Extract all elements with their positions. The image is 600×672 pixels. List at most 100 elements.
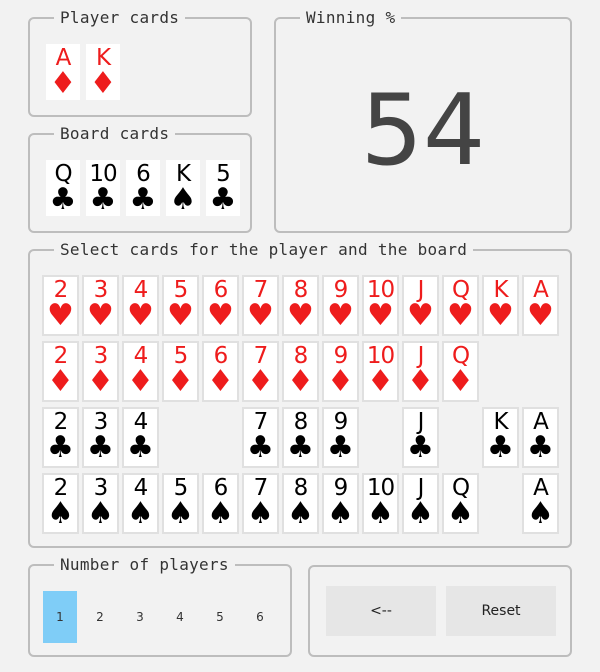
select-card-7-clubs[interactable]: 7 ♣	[242, 407, 279, 468]
select-card-4-diamonds[interactable]: 4 ♦	[122, 341, 159, 402]
select-card-A-clubs[interactable]: A ♣	[522, 407, 559, 468]
diamonds-suit-icon: ♦	[367, 364, 394, 399]
select-card-Q-diamonds[interactable]: Q ♦	[442, 341, 479, 402]
select-card-5-spades[interactable]: 5 ♠	[162, 473, 199, 534]
select-card-Q-hearts[interactable]: Q ♥	[442, 275, 479, 336]
select-card-2-diamonds[interactable]: 2 ♦	[42, 341, 79, 402]
players-panel: Number of players 123456	[28, 557, 292, 657]
board-cards-panel: Board cards Q ♣ 10 ♣ 6 ♣ K ♠ 5 ♣	[28, 126, 252, 233]
select-card-2-hearts[interactable]: 2 ♥	[42, 275, 79, 336]
winning-legend: Winning %	[306, 8, 396, 27]
board-card: Q ♣	[46, 160, 80, 216]
spades-suit-icon: ♠	[327, 496, 354, 531]
select-card-8-spades[interactable]: 8 ♠	[282, 473, 319, 534]
diamonds-suit-icon: ♦	[87, 364, 114, 399]
player-count-2-button[interactable]: 2	[83, 591, 117, 643]
board-card: 10 ♣	[86, 160, 120, 216]
hearts-suit-icon: ♥	[127, 298, 154, 333]
select-card-10-diamonds[interactable]: 10 ♦	[362, 341, 399, 402]
select-card-4-hearts[interactable]: 4 ♥	[122, 275, 159, 336]
card-selector-legend: Select cards for the player and the boar…	[60, 240, 468, 259]
diamonds-suit-icon: ♦	[247, 364, 274, 399]
select-card-3-clubs[interactable]: 3 ♣	[82, 407, 119, 468]
spades-suit-icon: ♠	[167, 496, 194, 531]
select-card-9-diamonds[interactable]: 9 ♦	[322, 341, 359, 402]
spades-suit-icon: ♠	[367, 496, 394, 531]
spades-suit-icon: ♠	[127, 496, 154, 531]
player-count-6-button[interactable]: 6	[243, 591, 277, 643]
player-count-5-button[interactable]: 5	[203, 591, 237, 643]
clubs-suit-icon: ♣	[527, 430, 554, 465]
hearts-suit-icon: ♥	[207, 298, 234, 333]
hearts-suit-icon: ♥	[487, 298, 514, 333]
hearts-suit-icon: ♥	[47, 298, 74, 333]
winning-percentage: 54	[360, 74, 486, 188]
select-card-8-hearts[interactable]: 8 ♥	[282, 275, 319, 336]
diamonds-suit-icon: ♦	[447, 364, 474, 399]
hearts-suit-icon: ♥	[407, 298, 434, 333]
select-card-4-spades[interactable]: 4 ♠	[122, 473, 159, 534]
select-card-A-hearts[interactable]: A ♥	[522, 275, 559, 336]
select-card-7-diamonds[interactable]: 7 ♦	[242, 341, 279, 402]
select-card-5-hearts[interactable]: 5 ♥	[162, 275, 199, 336]
select-card-J-hearts[interactable]: J ♥	[402, 275, 439, 336]
spades-suit-icon: ♠	[287, 496, 314, 531]
player-cards-panel: Player cards A ♦ K ♦	[28, 10, 252, 117]
select-card-2-spades[interactable]: 2 ♠	[42, 473, 79, 534]
card-suit-icon: ♣	[49, 182, 77, 217]
card-suit-icon: ♣	[129, 182, 157, 217]
select-card-7-hearts[interactable]: 7 ♥	[242, 275, 279, 336]
select-card-9-clubs[interactable]: 9 ♣	[322, 407, 359, 468]
hearts-suit-icon: ♥	[167, 298, 194, 333]
select-card-J-diamonds[interactable]: J ♦	[402, 341, 439, 402]
diamonds-suit-icon: ♦	[207, 364, 234, 399]
winning-panel: Winning % 54	[274, 10, 572, 233]
board-card: 6 ♣	[126, 160, 160, 216]
card-suit-icon: ♣	[209, 182, 237, 217]
spades-suit-icon: ♠	[247, 496, 274, 531]
select-card-7-spades[interactable]: 7 ♠	[242, 473, 279, 534]
select-card-9-hearts[interactable]: 9 ♥	[322, 275, 359, 336]
select-card-5-diamonds[interactable]: 5 ♦	[162, 341, 199, 402]
select-card-J-clubs[interactable]: J ♣	[402, 407, 439, 468]
card-suit-icon: ♦	[49, 66, 77, 101]
select-card-K-clubs[interactable]: K ♣	[482, 407, 519, 468]
hearts-suit-icon: ♥	[287, 298, 314, 333]
reset-button[interactable]: Reset	[446, 586, 556, 636]
spades-suit-icon: ♠	[447, 496, 474, 531]
player-count-4-button[interactable]: 4	[163, 591, 197, 643]
diamonds-suit-icon: ♦	[327, 364, 354, 399]
back-button[interactable]: <--	[326, 586, 436, 636]
select-card-6-spades[interactable]: 6 ♠	[202, 473, 239, 534]
select-card-6-diamonds[interactable]: 6 ♦	[202, 341, 239, 402]
select-card-9-spades[interactable]: 9 ♠	[322, 473, 359, 534]
diamonds-suit-icon: ♦	[287, 364, 314, 399]
clubs-suit-icon: ♣	[327, 430, 354, 465]
hearts-suit-icon: ♥	[527, 298, 554, 333]
clubs-suit-icon: ♣	[407, 430, 434, 465]
select-card-8-clubs[interactable]: 8 ♣	[282, 407, 319, 468]
spades-suit-icon: ♠	[47, 496, 74, 531]
select-card-6-hearts[interactable]: 6 ♥	[202, 275, 239, 336]
select-card-J-spades[interactable]: J ♠	[402, 473, 439, 534]
player-count-3-button[interactable]: 3	[123, 591, 157, 643]
select-card-3-diamonds[interactable]: 3 ♦	[82, 341, 119, 402]
select-card-K-hearts[interactable]: K ♥	[482, 275, 519, 336]
select-card-2-clubs[interactable]: 2 ♣	[42, 407, 79, 468]
diamonds-suit-icon: ♦	[47, 364, 74, 399]
select-card-8-diamonds[interactable]: 8 ♦	[282, 341, 319, 402]
select-card-Q-spades[interactable]: Q ♠	[442, 473, 479, 534]
hearts-suit-icon: ♥	[87, 298, 114, 333]
select-card-3-hearts[interactable]: 3 ♥	[82, 275, 119, 336]
select-card-10-hearts[interactable]: 10 ♥	[362, 275, 399, 336]
board-card: 5 ♣	[206, 160, 240, 216]
player-count-1-button[interactable]: 1	[43, 591, 77, 643]
select-card-A-spades[interactable]: A ♠	[522, 473, 559, 534]
clubs-suit-icon: ♣	[287, 430, 314, 465]
select-card-4-clubs[interactable]: 4 ♣	[122, 407, 159, 468]
diamonds-suit-icon: ♦	[127, 364, 154, 399]
hearts-suit-icon: ♥	[247, 298, 274, 333]
select-card-10-spades[interactable]: 10 ♠	[362, 473, 399, 534]
select-card-3-spades[interactable]: 3 ♠	[82, 473, 119, 534]
clubs-suit-icon: ♣	[247, 430, 274, 465]
